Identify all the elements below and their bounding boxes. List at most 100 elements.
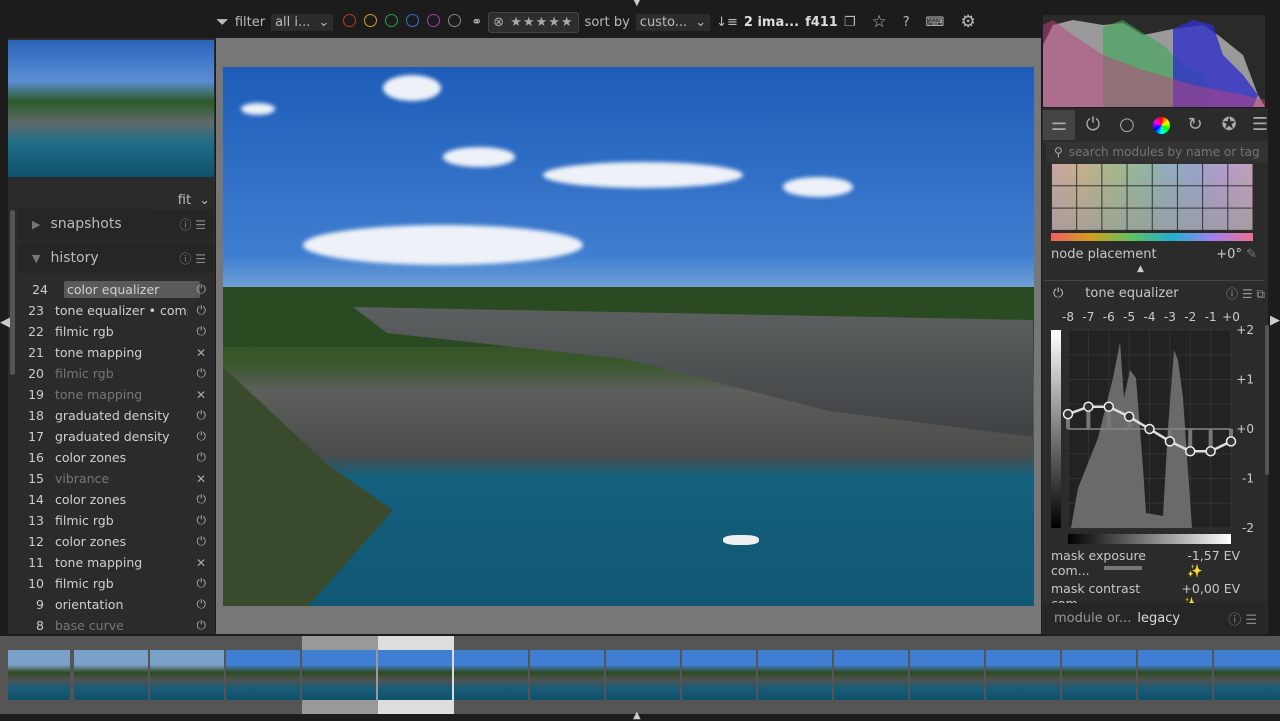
color-label-4[interactable] <box>427 13 441 27</box>
filmstrip-thumbnail[interactable] <box>834 650 908 700</box>
tone-equalizer-header[interactable]: ⏻ tone equalizer ⓘ ☰ ⧉ <box>1053 285 1265 302</box>
history-item[interactable]: 14 color zones ⏻ <box>20 489 210 510</box>
curve-node[interactable] <box>1062 408 1074 420</box>
rating-filter[interactable]: ⊗ ★★★★★ <box>488 11 579 33</box>
history-item[interactable]: 23 tone equalizer • comp... ⏻ <box>20 300 210 321</box>
curve-node[interactable] <box>1185 446 1196 457</box>
history-label: tone mapping <box>55 345 143 360</box>
history-item[interactable]: 9 orientation ⏻ <box>20 594 210 615</box>
tab-correct-icon[interactable]: ↻ <box>1179 110 1211 140</box>
histogram[interactable] <box>1043 15 1265 107</box>
star-icon[interactable]: ☆ <box>872 12 887 32</box>
color-label-3[interactable] <box>406 13 420 27</box>
history-item[interactable]: 13 filmic rgb ⏻ <box>20 510 210 531</box>
snapshots-header[interactable]: ▶ snapshots ⓘ ☰ <box>18 209 214 239</box>
reject-icon[interactable]: ⊗ <box>493 15 505 30</box>
curve-node[interactable] <box>1225 436 1237 447</box>
curve-node[interactable] <box>1103 401 1114 412</box>
gear-icon[interactable]: ⚙ <box>960 12 975 32</box>
tone-equalizer-graph[interactable]: -8 -7 -6 -5 -4 -3 -2 -1 +0 +2 +1 +0 -1 -2 <box>1046 306 1264 551</box>
filmstrip-thumbnail[interactable] <box>8 650 70 700</box>
magic-wand-icon[interactable]: ✨ <box>1187 563 1203 578</box>
filmstrip-thumbnail[interactable] <box>1138 650 1212 700</box>
curve-node[interactable] <box>1083 401 1094 412</box>
color-equalizer-grid[interactable] <box>1051 163 1253 230</box>
collapse-bottom-icon[interactable]: ▲ <box>633 710 641 721</box>
history-item[interactable]: 11 tone mapping ✕ <box>20 552 210 573</box>
color-picker-icon[interactable]: ✎ <box>1246 247 1257 262</box>
filmstrip-thumbnail[interactable] <box>606 650 680 700</box>
history-item[interactable]: 17 graduated density ⏻ <box>20 426 210 447</box>
keyboard-icon[interactable]: ⌨ <box>926 15 945 30</box>
filmstrip-thumbnail[interactable] <box>758 650 832 700</box>
history-item[interactable]: 19 tone mapping ✕ <box>20 384 210 405</box>
filmstrip-thumbnail[interactable] <box>1214 650 1280 700</box>
history-item[interactable]: 21 tone mapping ✕ <box>20 342 210 363</box>
module-order-row[interactable]: module or... legacy ⓘ ☰ <box>1043 603 1265 633</box>
history-item[interactable]: 8 base curve ⏻ <box>20 615 210 636</box>
zoom-dropdown[interactable]: fit ⌄ <box>152 192 214 209</box>
curve-node[interactable] <box>1164 436 1176 447</box>
power-icon: ⏻ <box>196 618 207 632</box>
tab-base-icon[interactable]: ○ <box>1111 110 1143 140</box>
filmstrip-thumbnail[interactable] <box>530 650 604 700</box>
history-item[interactable]: 24 color equalizer ⏻ <box>20 279 210 300</box>
color-label-1[interactable] <box>364 13 378 27</box>
filmstrip-thumbnail[interactable] <box>150 650 224 700</box>
history-item[interactable]: 15 vibrance ✕ <box>20 468 210 489</box>
gain-tick-label: -1 <box>1242 472 1254 486</box>
collapse-top-icon[interactable]: ▼ <box>633 0 641 8</box>
power-icon: ⏻ <box>196 450 207 464</box>
filmstrip-thumbnail[interactable] <box>226 650 300 700</box>
node-placement-slider[interactable]: node placement +0° ✎ <box>1051 247 1257 262</box>
main-image[interactable] <box>223 67 1034 606</box>
history-item[interactable]: 16 color zones ⏻ <box>20 447 210 468</box>
curve-node[interactable] <box>1144 423 1155 435</box>
color-label-2[interactable] <box>385 13 399 27</box>
sort-dropdown[interactable]: custo... ⌄ <box>635 13 711 31</box>
filmstrip-thumbnail[interactable] <box>986 650 1060 700</box>
history-item[interactable]: 20 filmic rgb ⏻ <box>20 363 210 384</box>
filter-dropdown[interactable]: all i... ⌄ <box>271 13 334 31</box>
filmstrip-thumbnail[interactable] <box>682 650 756 700</box>
curve-node[interactable] <box>1123 411 1135 422</box>
help-icon[interactable]: ? <box>903 15 910 30</box>
filmstrip-thumbnail[interactable] <box>1062 650 1136 700</box>
presets-menu-icon[interactable]: ☰ <box>1244 110 1276 140</box>
filmstrip-thumbnail[interactable] <box>302 650 376 700</box>
module-search[interactable]: ⚲ <box>1046 142 1268 162</box>
module-order-icons[interactable]: ⓘ ☰ <box>1228 609 1257 628</box>
color-label-5[interactable] <box>448 13 462 27</box>
module-icons[interactable]: ⓘ ☰ ⧉ <box>1226 285 1265 302</box>
collapse-left-icon[interactable]: ◀ <box>0 315 10 330</box>
sort-label: sort by <box>584 14 630 30</box>
navigation-preview[interactable] <box>8 40 214 177</box>
history-item[interactable]: 10 filmic rgb ⏻ <box>20 573 210 594</box>
search-input[interactable] <box>1068 145 1259 159</box>
left-scrollbar[interactable] <box>10 210 15 375</box>
mask-exposure-slider[interactable]: mask exposure com... -1,57 EV ✨ <box>1051 548 1259 579</box>
tab-power-icon[interactable]: ⏻ <box>1077 110 1109 140</box>
curve-node[interactable] <box>1205 446 1216 457</box>
tab-effect-icon[interactable]: ✪ <box>1213 110 1245 140</box>
history-item[interactable]: 22 filmic rgb ⏻ <box>20 321 210 342</box>
history-header[interactable]: ▼ history ⓘ ☰ <box>18 243 214 273</box>
color-label-and-icon[interactable]: ⚭ <box>471 15 482 30</box>
history-number: 8 <box>36 618 44 633</box>
tab-color-icon[interactable] <box>1145 110 1177 140</box>
tab-active-modules-icon[interactable]: ⚌ <box>1043 110 1075 140</box>
filmstrip-thumbnail[interactable] <box>454 650 528 700</box>
slider-marker[interactable]: ▲ <box>1137 264 1144 274</box>
power-icon[interactable]: ⏻ <box>1053 286 1063 301</box>
filmstrip[interactable] <box>0 636 1280 714</box>
grouping-icon[interactable]: ❐ <box>844 15 856 30</box>
filmstrip-thumbnail[interactable] <box>378 650 452 700</box>
color-label-0[interactable] <box>343 13 357 27</box>
collapse-right-icon[interactable]: ▶ <box>1270 313 1280 328</box>
history-item[interactable]: 12 color zones ⏻ <box>20 531 210 552</box>
filmstrip-thumbnail[interactable] <box>74 650 148 700</box>
history-item[interactable]: 18 graduated density ⏻ <box>20 405 210 426</box>
filmstrip-thumbnail[interactable] <box>910 650 984 700</box>
right-scrollbar[interactable] <box>1265 325 1269 475</box>
sort-order-icon[interactable]: ↓≡ <box>716 15 738 30</box>
